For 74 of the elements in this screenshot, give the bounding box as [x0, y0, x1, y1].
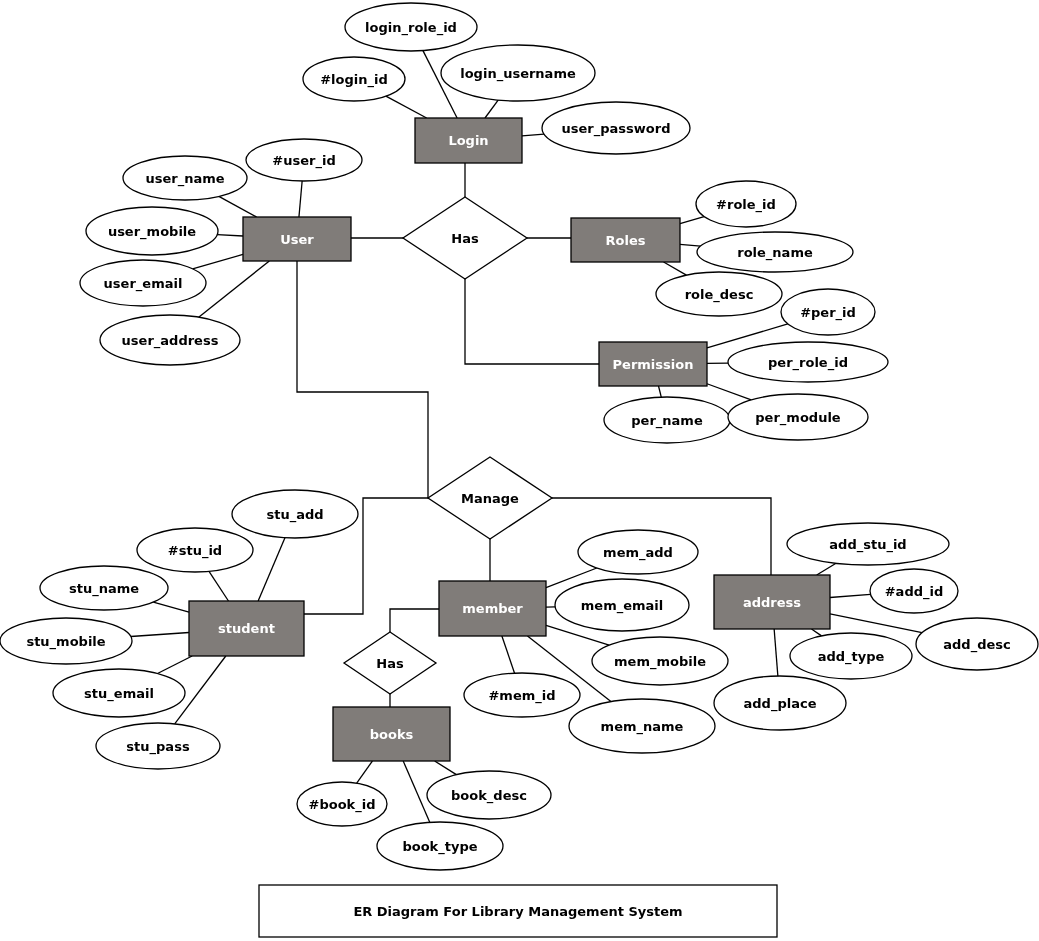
attribute-ellipse: add_type — [789, 632, 913, 680]
relationship-diamond: Manage — [426, 456, 554, 540]
connector-line — [545, 606, 556, 608]
attribute-ellipse: mem_add — [577, 529, 699, 575]
attribute-ellipse: #stu_id — [136, 527, 254, 573]
connector-line — [526, 237, 572, 239]
connector-line — [257, 537, 286, 602]
attribute-ellipse: per_module — [727, 393, 869, 441]
entity-box: member — [438, 580, 547, 637]
connector-line — [356, 760, 374, 784]
connector-line — [521, 133, 545, 137]
attribute-ellipse: #login_id — [302, 56, 406, 102]
attribute-ellipse: mem_name — [568, 698, 716, 754]
attribute-ellipse: login_username — [440, 44, 596, 102]
entity-box: student — [188, 600, 305, 657]
connector-line — [829, 593, 872, 599]
connector-line — [484, 99, 499, 119]
attribute-ellipse: stu_pass — [95, 722, 221, 770]
connector-line — [434, 760, 458, 776]
connector-line — [679, 215, 705, 225]
connector-line — [298, 180, 303, 218]
attribute-ellipse: book_type — [376, 821, 504, 871]
attribute-ellipse: #user_id — [245, 138, 363, 182]
connector-line — [218, 195, 258, 218]
connector-line — [816, 562, 837, 576]
attribute-ellipse: #add_id — [869, 568, 959, 614]
attribute-ellipse: login_role_id — [344, 2, 478, 52]
connector-line — [208, 570, 230, 602]
relationship-diamond: Has — [401, 196, 529, 280]
attribute-ellipse: add_desc — [915, 617, 1039, 671]
attribute-ellipse: mem_mobile — [591, 636, 729, 686]
attribute-ellipse: #mem_id — [463, 672, 581, 718]
diagram-caption: ER Diagram For Library Management System — [258, 884, 778, 938]
connector-line — [657, 385, 662, 398]
entity-box: Login — [414, 117, 523, 164]
attribute-ellipse: role_desc — [655, 271, 783, 317]
entity-box: Permission — [598, 341, 708, 387]
connector-line — [152, 601, 190, 613]
attribute-ellipse: stu_add — [231, 489, 359, 539]
connector-line — [501, 635, 516, 674]
attribute-ellipse: stu_email — [52, 668, 186, 718]
attribute-ellipse: #per_id — [780, 288, 876, 336]
attribute-ellipse: per_name — [603, 396, 731, 444]
attribute-ellipse: book_desc — [426, 770, 552, 820]
attribute-ellipse: per_role_id — [727, 341, 889, 383]
connector-line — [706, 362, 729, 364]
relationship-diamond: Has — [342, 631, 438, 695]
attribute-ellipse: user_mobile — [85, 206, 219, 256]
connector-line — [679, 243, 702, 247]
connector-line — [464, 162, 466, 198]
connector-line — [389, 693, 391, 708]
connector-line — [773, 628, 779, 677]
entity-box: address — [713, 574, 831, 630]
connector-line — [350, 237, 404, 239]
attribute-ellipse: user_name — [122, 155, 248, 201]
attribute-ellipse: stu_name — [39, 565, 169, 611]
attribute-ellipse: user_address — [99, 314, 241, 366]
connector-line — [402, 760, 431, 823]
connector-line — [706, 383, 752, 401]
entity-box: Roles — [570, 217, 681, 263]
connector-line — [662, 261, 688, 276]
connector-line — [130, 631, 190, 638]
attribute-ellipse: user_password — [541, 101, 691, 155]
attribute-ellipse: #book_id — [296, 781, 388, 827]
entity-box: books — [332, 706, 451, 762]
connector-line — [216, 233, 244, 237]
connector-line — [489, 538, 491, 582]
attribute-ellipse: add_stu_id — [786, 522, 950, 566]
attribute-ellipse: role_name — [696, 231, 854, 273]
entity-box: User — [242, 216, 352, 262]
attribute-ellipse: user_email — [79, 259, 207, 307]
attribute-ellipse: mem_email — [554, 578, 690, 632]
attribute-ellipse: add_place — [713, 675, 847, 731]
attribute-ellipse: #role_id — [695, 180, 797, 228]
